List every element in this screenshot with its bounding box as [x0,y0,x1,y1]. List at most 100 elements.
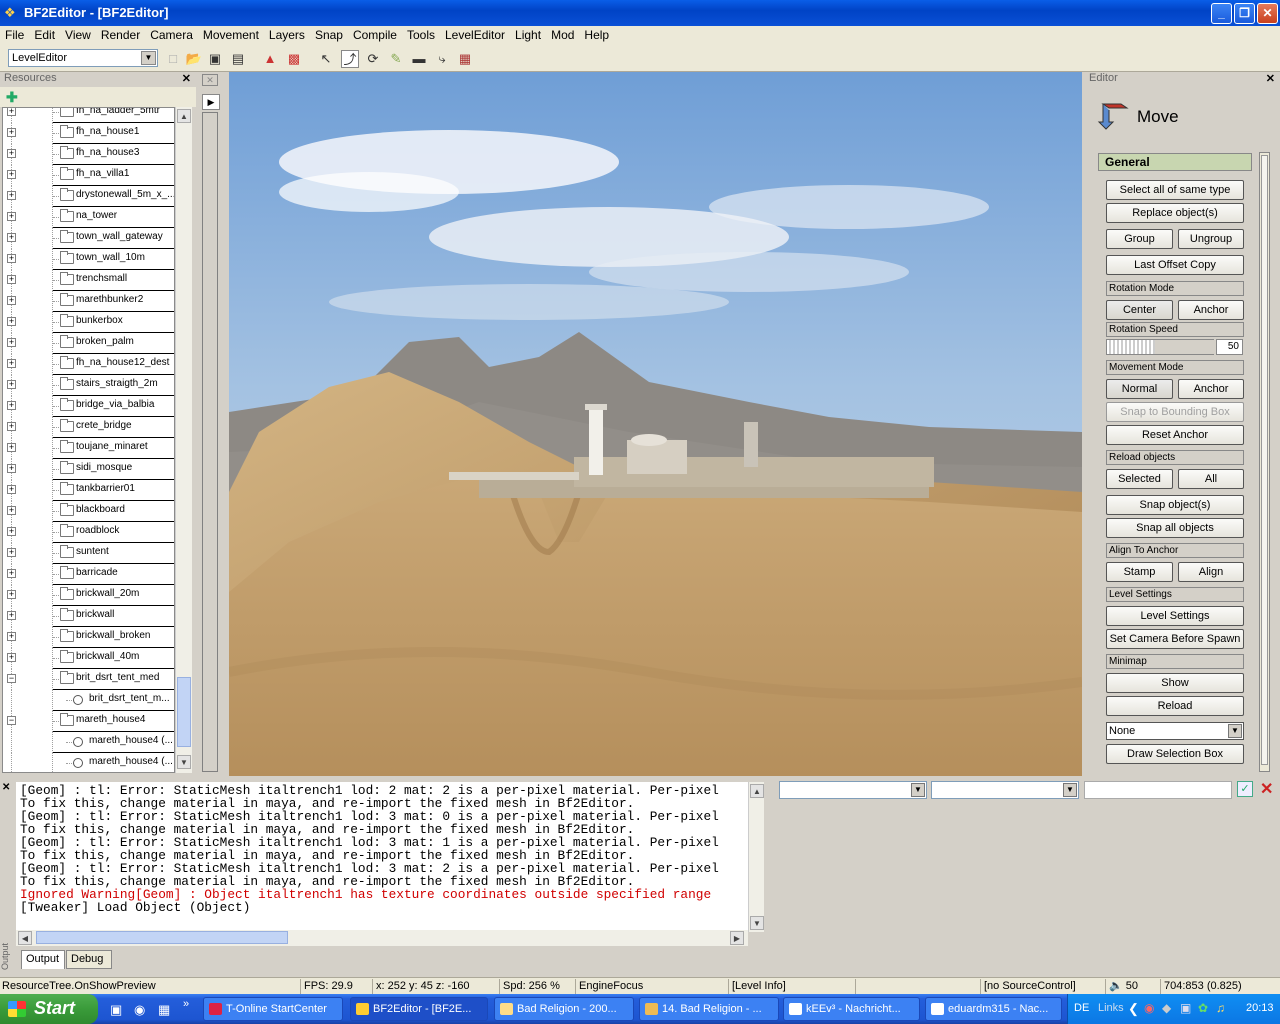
rotation-speed-value[interactable]: 50 [1216,339,1243,355]
expand-icon[interactable]: + [7,338,16,347]
export-icon[interactable]: ▩ [285,50,303,68]
resource-tree-scrollbar[interactable]: ▲ ▼ [175,107,192,773]
import-icon[interactable]: ▲ [261,50,279,68]
close-icon[interactable]: ✕ [2,782,10,793]
tree-item[interactable]: + fh_na_house1 [3,123,174,144]
taskbar-item[interactable]: Bad Religion - 200... [494,997,634,1021]
tree-item[interactable]: − brit_dsrt_tent_med [3,669,174,690]
tree-item[interactable]: + tankbarrier01 [3,480,174,501]
links-toolbar[interactable]: Links [1098,1002,1124,1014]
tree-item[interactable]: mareth_house4 (... [3,732,174,753]
scroll-up-icon[interactable]: ▲ [750,784,764,798]
add-resource-icon[interactable]: ✚ [6,89,18,106]
expand-icon[interactable]: + [7,632,16,641]
scroll-left-icon[interactable]: ◀ [18,931,32,945]
menu-layers[interactable]: Layers [264,26,310,42]
general-section-header[interactable]: General [1098,153,1252,171]
set-camera-before-spawn-button[interactable]: Set Camera Before Spawn [1106,629,1244,649]
panel-splitter[interactable] [202,112,218,772]
expand-icon[interactable]: + [7,506,16,515]
menu-mod[interactable]: Mod [546,26,579,42]
select-all-same-type-button[interactable]: Select all of same type [1106,180,1244,200]
editor-scrollbar[interactable] [1259,152,1270,772]
scroll-up-icon[interactable]: ▲ [177,109,191,123]
expand-icon[interactable]: + [7,401,16,410]
tree-item[interactable]: brit_dsrt_tent_m... [3,690,174,711]
taskbar-item[interactable]: T-Online StartCenter [203,997,343,1021]
minimize-button[interactable]: _ [1211,3,1232,24]
3d-viewport[interactable] [229,72,1082,776]
menu-file[interactable]: File [0,26,29,42]
clock[interactable]: 20:13 [1246,1002,1274,1014]
collapse-icon[interactable]: − [7,674,16,683]
expand-icon[interactable]: + [7,548,16,557]
group-button[interactable]: Group [1106,229,1173,249]
tree-item[interactable]: + fh_na_ladder_5mtr [3,108,174,123]
scroll-down-icon[interactable]: ▼ [177,755,191,769]
tree-item[interactable]: + bridge_via_balbia [3,396,174,417]
snap-grid-icon[interactable]: ▦ [456,50,474,68]
rotation-anchor-button[interactable]: Anchor [1178,300,1244,320]
close-button[interactable]: ✕ [1257,3,1278,24]
taskbar-item[interactable]: eduardm315 - Nac... [925,997,1062,1021]
title-bar[interactable]: ❖ BF2Editor - [BF2Editor] _ ❐ ✕ [0,0,1280,26]
expand-panel-button[interactable]: ▶ [202,94,220,110]
quicklaunch-browser-icon[interactable]: ◉ [134,1002,145,1018]
tree-item[interactable]: + fh_na_house12_dest [3,354,174,375]
app-icon[interactable]: ❖ [4,5,20,21]
save-icon[interactable]: ▣ [206,50,224,68]
object-filter-select[interactable]: ▼ [779,781,927,799]
ruler-icon[interactable]: ▬ [410,50,428,68]
replace-objects-button[interactable]: Replace object(s) [1106,203,1244,223]
resource-tree[interactable]: + fh_na_ladder_5mtr + fh_na_house1 + fh_na_ho… [2,107,175,773]
expand-icon[interactable]: + [7,611,16,620]
taskbar-item[interactable]: BF2Editor - [BF2E... [350,997,488,1021]
scroll-thumb[interactable] [1261,155,1268,765]
expand-icon[interactable]: + [7,317,16,326]
tree-item[interactable]: + brickwall_broken [3,627,174,648]
tree-item[interactable]: + drystonewall_5m_x_... [3,186,174,207]
expand-icon[interactable]: + [7,233,16,242]
move-tool-icon[interactable]: ⤴ [341,50,359,68]
tree-item[interactable]: + brickwall_20m [3,585,174,606]
menu-leveleditor[interactable]: LevelEditor [440,26,510,42]
scroll-thumb[interactable] [36,931,288,944]
tree-item[interactable]: + brickwall_40m [3,648,174,669]
rotation-center-button[interactable]: Center [1106,300,1173,320]
scroll-down-icon[interactable]: ▼ [750,916,764,930]
rotate-tool-icon[interactable]: ⟳ [364,50,382,68]
new-file-icon[interactable]: □ [164,50,182,68]
expand-icon[interactable]: + [7,422,16,431]
path-icon[interactable]: ⤷ [433,50,451,68]
tree-item[interactable]: + town_wall_10m [3,249,174,270]
close-icon[interactable]: ✕ [1260,779,1273,799]
editor-mode-select[interactable]: LevelEditor ▼ [8,49,158,67]
brush-icon[interactable]: ✎ [387,50,405,68]
tree-item[interactable]: + toujane_minaret [3,438,174,459]
menu-edit[interactable]: Edit [29,26,60,42]
menu-light[interactable]: Light [510,26,546,42]
tree-item[interactable]: + fh_na_villa1 [3,165,174,186]
expand-icon[interactable]: + [7,569,16,578]
quicklaunch-desktop-icon[interactable]: ▦ [158,1002,170,1018]
chevron-down-icon[interactable]: ▼ [911,783,925,797]
menu-render[interactable]: Render [96,26,145,42]
last-offset-copy-button[interactable]: Last Offset Copy [1106,255,1244,275]
chevron-left-icon[interactable]: ❮ [1128,1001,1139,1017]
tree-item[interactable]: + roadblock [3,522,174,543]
scroll-thumb[interactable] [177,677,191,747]
expand-icon[interactable]: + [7,380,16,389]
expand-icon[interactable]: + [7,275,16,284]
open-folder-icon[interactable]: 📂 [185,50,203,68]
expand-icon[interactable]: + [7,128,16,137]
reload-selected-button[interactable]: Selected [1106,469,1173,489]
expand-icon[interactable]: + [7,590,16,599]
snap-objects-button[interactable]: Snap object(s) [1106,495,1244,515]
menu-view[interactable]: View [60,26,96,42]
close-icon[interactable]: ✕ [1266,72,1275,85]
expand-icon[interactable]: + [7,254,16,263]
expand-icon[interactable]: + [7,464,16,473]
menu-tools[interactable]: Tools [402,26,440,42]
tree-item[interactable]: + trenchsmall [3,270,174,291]
expand-icon[interactable]: + [7,212,16,221]
